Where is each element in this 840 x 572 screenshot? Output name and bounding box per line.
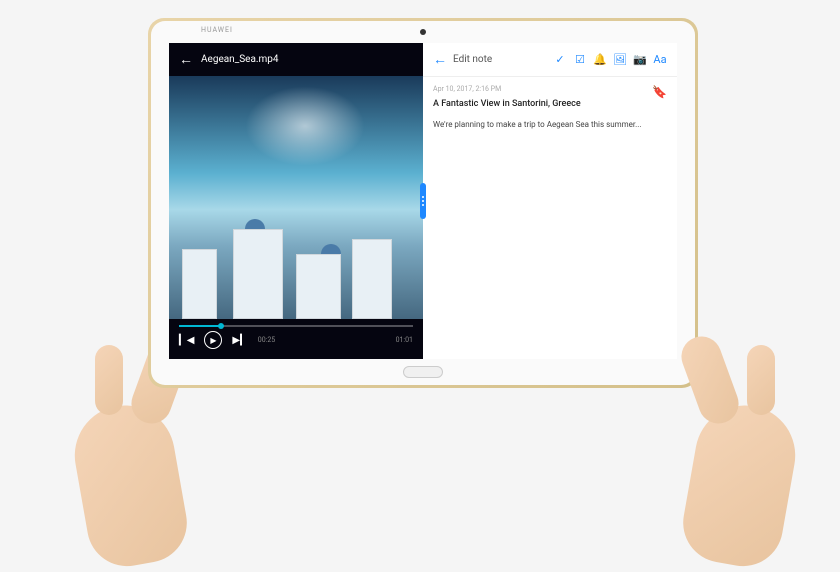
video-title: Aegean_Sea.mp4	[201, 54, 279, 65]
back-arrow-icon[interactable]: ←	[179, 51, 193, 68]
total-time: 01:01	[396, 336, 413, 344]
video-player-pane: ← Aegean_Sea.mp4	[169, 43, 423, 359]
checkmark-icon[interactable]: ✓	[553, 53, 567, 66]
notes-pane: ← Edit note ✓ ☑ 🔔 🖼 📷 Aa Apr 10, 2017, 2…	[423, 43, 677, 359]
split-screen-handle[interactable]	[420, 183, 426, 219]
tablet-bezel: HUAWEI ← Aegean_Sea.mp4	[151, 21, 695, 385]
tablet-screen: ← Aegean_Sea.mp4	[169, 43, 677, 359]
next-track-icon[interactable]: ▶▎	[232, 335, 247, 346]
progress-bar[interactable]	[179, 325, 413, 327]
image-icon[interactable]: 🖼	[613, 53, 627, 66]
progress-thumb[interactable]	[218, 323, 224, 329]
brand-label: HUAWEI	[201, 26, 233, 34]
note-heading[interactable]: A Fantastic View in Santorini, Greece	[433, 99, 667, 109]
video-controls: ▎◀ ▶ ▶▎ 00:25 01:01	[169, 319, 423, 359]
note-header: ← Edit note ✓ ☑ 🔔 🖼 📷 Aa	[423, 43, 677, 77]
text-format-button[interactable]: Aa	[653, 53, 667, 66]
tablet-frame: HUAWEI ← Aegean_Sea.mp4	[148, 18, 698, 388]
video-header: ← Aegean_Sea.mp4	[169, 43, 423, 76]
hand-right	[650, 285, 830, 565]
note-back-arrow-icon[interactable]: ←	[433, 51, 447, 68]
video-viewport[interactable]	[169, 76, 423, 319]
note-text[interactable]: We're planning to make a trip to Aegean …	[433, 119, 667, 130]
note-header-title: Edit note	[453, 54, 492, 65]
note-body[interactable]: Apr 10, 2017, 2:16 PM 🔖 A Fantastic View…	[423, 77, 677, 359]
previous-track-icon[interactable]: ▎◀	[179, 335, 194, 346]
bookmark-icon[interactable]: 🔖	[652, 85, 667, 99]
camera-icon[interactable]: 📷	[633, 53, 647, 66]
reminder-bell-icon[interactable]: 🔔	[593, 53, 607, 66]
play-button-icon[interactable]: ▶	[204, 331, 222, 349]
note-timestamp: Apr 10, 2017, 2:16 PM	[433, 85, 501, 93]
current-time: 00:25	[258, 336, 275, 344]
checklist-icon[interactable]: ☑	[573, 53, 587, 66]
home-button[interactable]	[403, 366, 443, 378]
front-camera	[420, 29, 426, 35]
